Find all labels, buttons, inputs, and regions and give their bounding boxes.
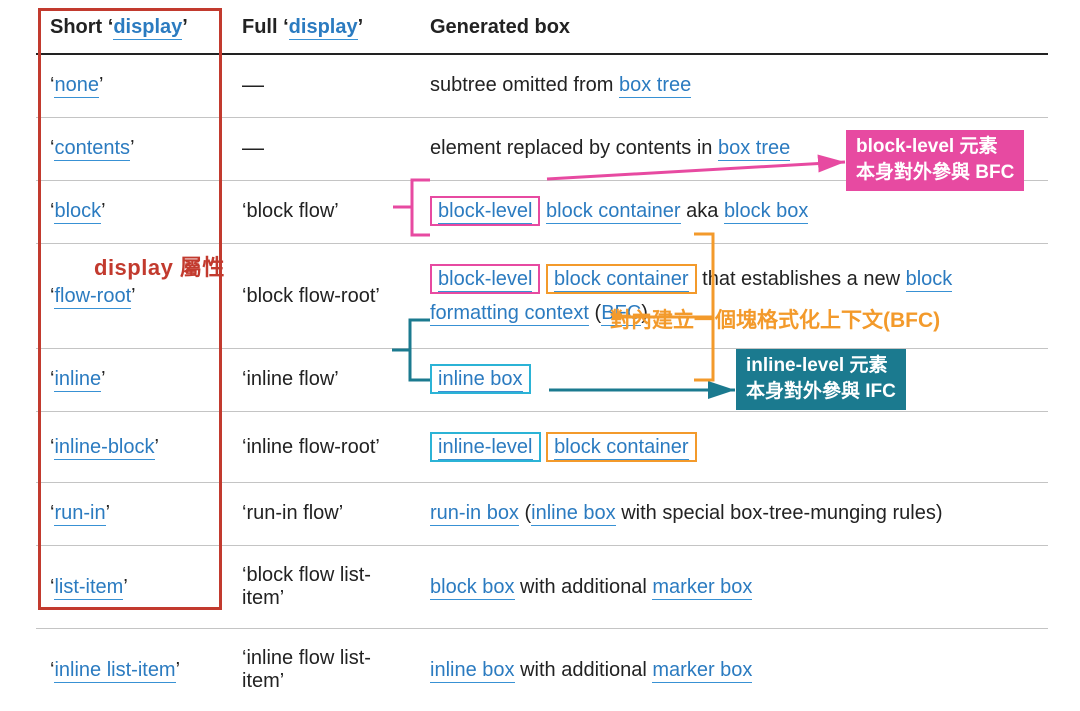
full-value: run-in flow [228, 483, 416, 546]
gen-value: subtree omitted from box tree [416, 54, 1048, 118]
annotation-orange-note: 對內建立一個塊格式化上下文(BFC) [610, 304, 940, 334]
hl-inline-level: inline-level [430, 432, 541, 462]
table-row: none — subtree omitted from box tree [36, 54, 1048, 118]
gen-value: inline-level block container [416, 412, 1048, 483]
full-value: block flow [228, 181, 416, 244]
badge-line: inline-level 元素 [746, 355, 887, 376]
link[interactable]: inline box [531, 502, 616, 526]
annotation-display-label: display 屬性 [94, 250, 225, 282]
short-value[interactable]: run-in [54, 502, 105, 526]
label: Short [50, 16, 108, 38]
hl-block-level: block-level [430, 196, 540, 226]
col-full: Full display [228, 6, 416, 54]
link[interactable]: inline box [430, 659, 515, 683]
hl-inline-box: inline box [430, 364, 531, 394]
col-gen: Generated box [416, 6, 1048, 54]
hl-block-container: block container [546, 264, 697, 294]
full-value: block flow list-item [228, 546, 416, 629]
link[interactable]: box tree [718, 137, 790, 161]
gen-value: run-in box (inline box with special box-… [416, 483, 1048, 546]
table-row: inline list-item inline flow list-item i… [36, 629, 1048, 711]
full-value: — [228, 118, 416, 181]
short-value[interactable]: block [54, 200, 101, 224]
hl-block-level: block-level [430, 264, 540, 294]
full-value: inline flow-root [228, 412, 416, 483]
table-row: list-item block flow list-item block box… [36, 546, 1048, 629]
link[interactable]: block box [430, 576, 515, 600]
display-link[interactable]: display [113, 16, 182, 40]
hl-block-container: block container [546, 432, 697, 462]
col-short: Short display [36, 6, 228, 54]
display-link[interactable]: display [289, 16, 358, 40]
short-value[interactable]: flow-root [54, 285, 131, 309]
badge-line: block-level 元素 [856, 136, 998, 157]
gen-value: inline box with additional marker box [416, 629, 1048, 711]
short-value[interactable]: contents [54, 137, 130, 161]
short-value[interactable]: inline [54, 368, 101, 392]
short-value[interactable]: list-item [54, 576, 123, 600]
gen-value: block box with additional marker box [416, 546, 1048, 629]
full-value: — [228, 54, 416, 118]
badge-line: 本身對外參與 IFC [746, 379, 896, 405]
link[interactable]: marker box [652, 659, 752, 683]
short-value[interactable]: inline-block [54, 436, 154, 460]
link[interactable]: block container [546, 200, 681, 224]
gen-value: inline box [416, 349, 1048, 412]
full-value: inline flow [228, 349, 416, 412]
link[interactable]: marker box [652, 576, 752, 600]
annotation-pink-badge: block-level 元素 本身對外參與 BFC [846, 130, 1024, 191]
table-header-row: Short display Full display Generated box [36, 6, 1048, 54]
table-row: run-in run-in flow run-in box (inline bo… [36, 483, 1048, 546]
full-value: block flow-root [228, 244, 416, 349]
table-row: inline-block inline flow-root inline-lev… [36, 412, 1048, 483]
full-value: inline flow list-item [228, 629, 416, 711]
link[interactable]: block box [724, 200, 809, 224]
annotation-teal-badge: inline-level 元素 本身對外參與 IFC [736, 349, 906, 410]
label: Full [242, 16, 283, 38]
link[interactable]: box tree [619, 74, 691, 98]
badge-line: 本身對外參與 BFC [856, 160, 1014, 186]
short-value[interactable]: none [54, 74, 99, 98]
short-value[interactable]: inline list-item [54, 659, 175, 683]
link[interactable]: run-in box [430, 502, 519, 526]
